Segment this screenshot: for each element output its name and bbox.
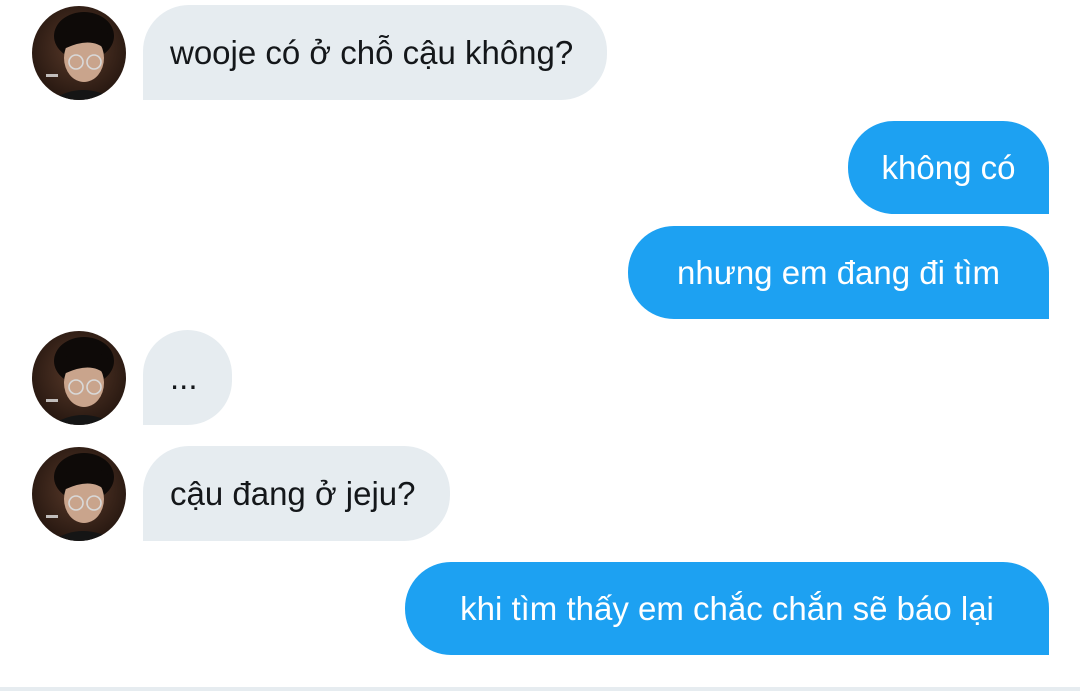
message-text: ... — [170, 358, 198, 396]
incoming-message[interactable]: wooje có ở chỗ cậu không? — [143, 5, 608, 100]
message-text: wooje có ở chỗ cậu không? — [170, 33, 574, 71]
message-text: khi tìm thấy em chắc chắn sẽ báo lại — [460, 589, 994, 627]
incoming-message[interactable]: ... — [143, 330, 232, 425]
outgoing-message[interactable]: nhưng em đang đi tìm — [628, 226, 1049, 319]
message-text: nhưng em đang đi tìm — [677, 253, 1000, 291]
sender-avatar[interactable] — [32, 447, 126, 541]
incoming-message[interactable]: cậu đang ở jeju? — [143, 446, 450, 541]
profile-photo-icon — [32, 331, 126, 425]
outgoing-message[interactable]: không có — [848, 121, 1049, 214]
outgoing-message[interactable]: khi tìm thấy em chắc chắn sẽ báo lại — [405, 562, 1049, 655]
message-text: cậu đang ở jeju? — [170, 474, 416, 512]
profile-photo-icon — [32, 6, 126, 100]
message-text: không có — [881, 148, 1016, 186]
sender-avatar[interactable] — [32, 331, 126, 425]
sender-avatar[interactable] — [32, 6, 126, 100]
profile-photo-icon — [32, 447, 126, 541]
bottom-divider — [0, 687, 1080, 691]
